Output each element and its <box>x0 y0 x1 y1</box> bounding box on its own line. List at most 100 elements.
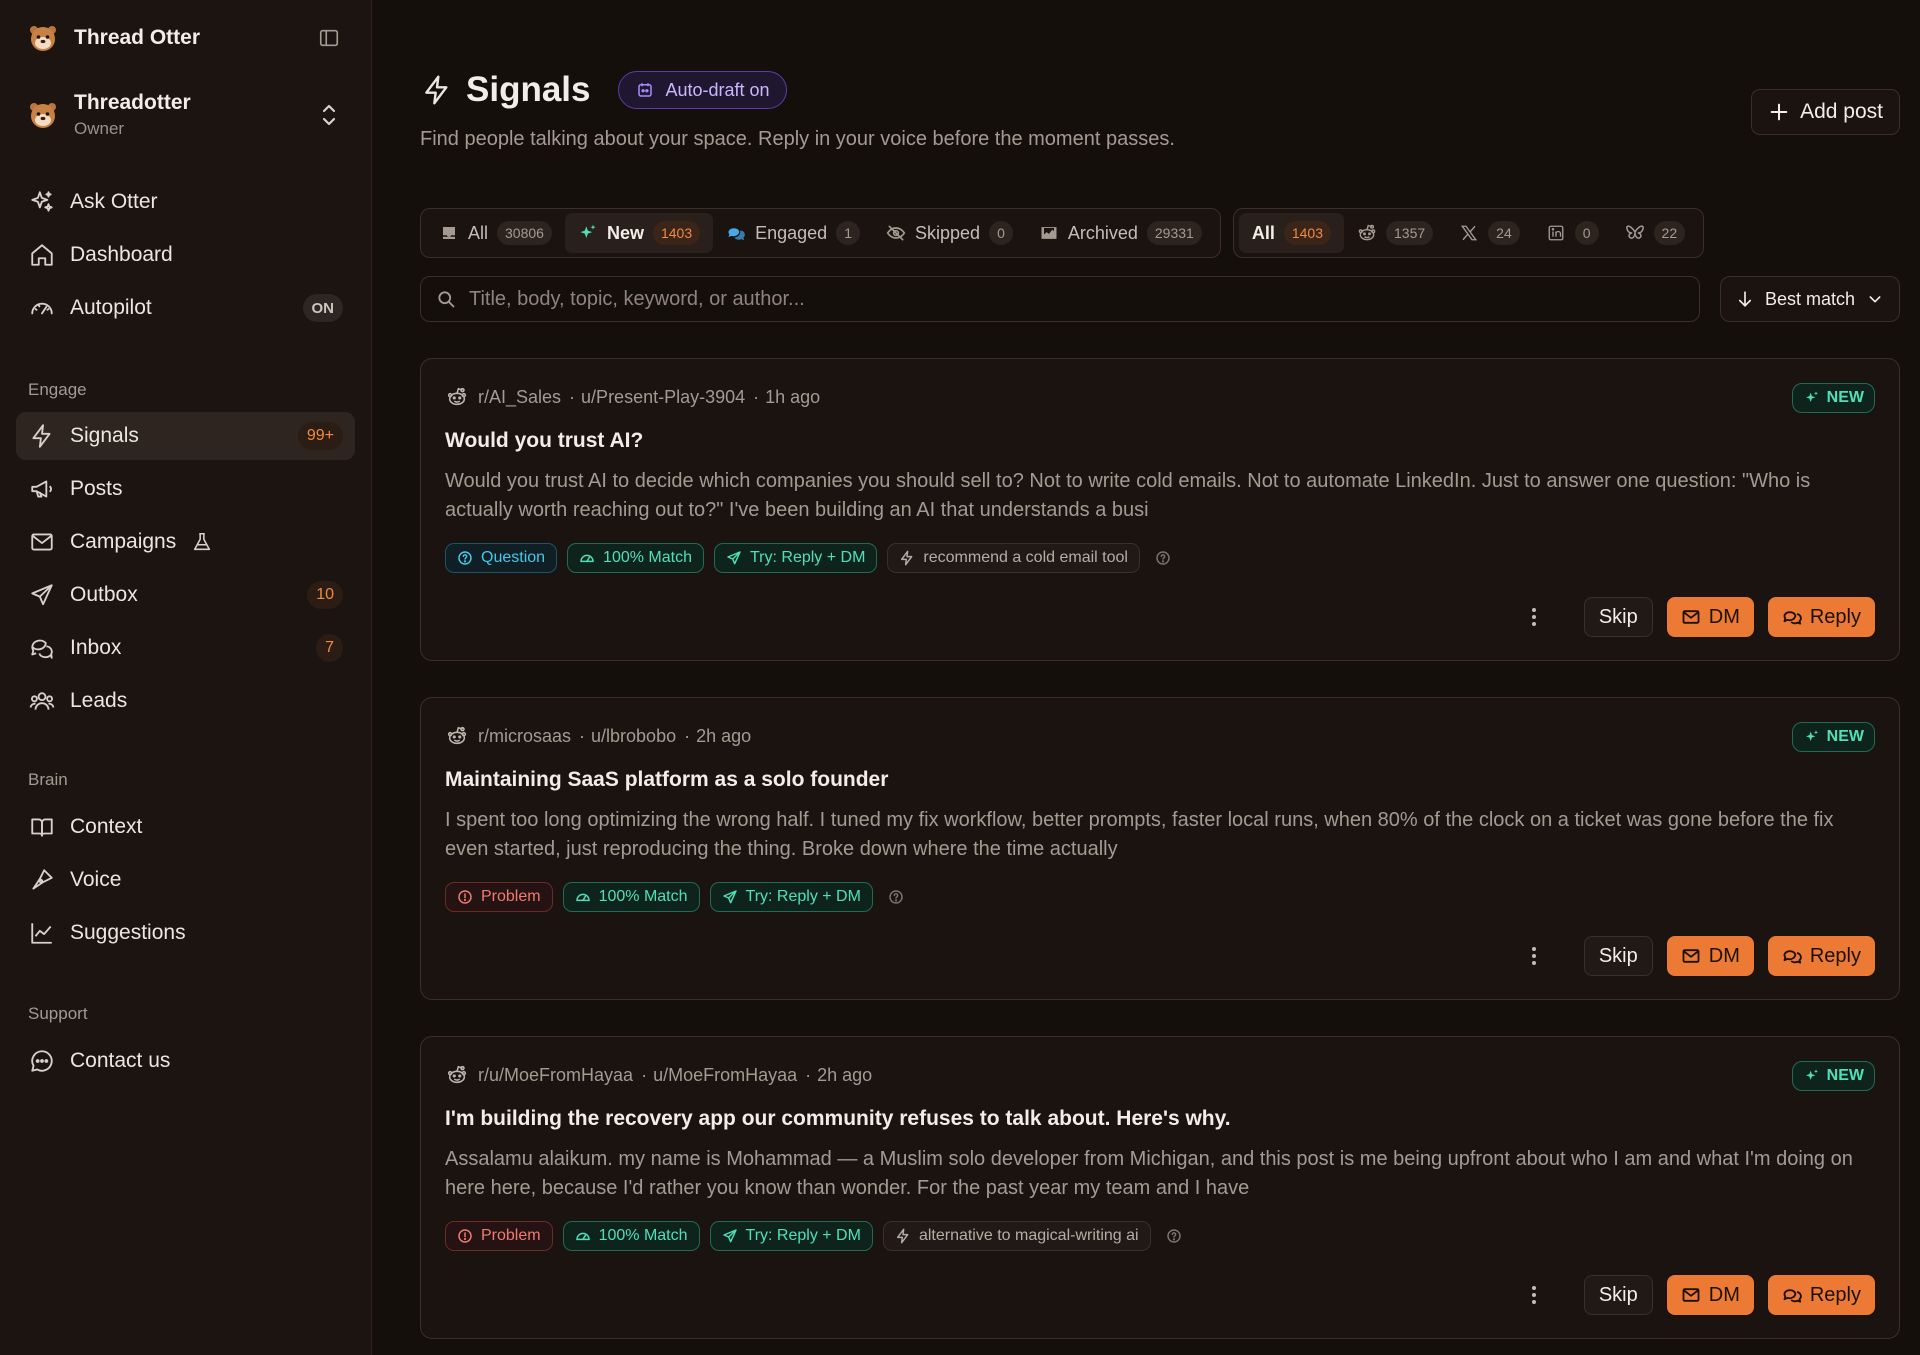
platform-count: 1357 <box>1386 221 1434 245</box>
tag-match: 100% Match <box>567 543 704 573</box>
reply-button[interactable]: Reply <box>1767 597 1875 637</box>
sidebar-item-voice[interactable]: Voice <box>16 856 355 904</box>
status-filter-all[interactable]: All 30806 <box>426 213 565 253</box>
more-options-icon[interactable] <box>1520 598 1548 636</box>
eye-off-icon <box>886 223 906 243</box>
dm-button[interactable]: DM <box>1666 936 1754 976</box>
nav-top: Ask Otter Dashboard Autopilot ON <box>16 178 355 337</box>
book-icon <box>28 813 56 841</box>
sidebar-toggle-icon[interactable] <box>315 24 343 52</box>
status-filter-engaged[interactable]: Engaged 1 <box>713 213 873 253</box>
brand: Thread Otter <box>28 22 343 54</box>
sidebar-item-campaigns[interactable]: Campaigns <box>16 518 355 566</box>
reddit-icon <box>1357 223 1377 243</box>
platform-count: 1403 <box>1283 221 1331 245</box>
sidebar-item-signals[interactable]: Signals 99+ <box>16 412 355 460</box>
post-time: 2h ago <box>696 725 752 746</box>
subreddit-link[interactable]: r/u/MoeFromHayaa <box>478 1065 633 1086</box>
help-icon[interactable] <box>887 888 905 906</box>
x-logo-icon <box>1459 223 1479 243</box>
new-badge: NEW <box>1791 1061 1875 1091</box>
platform-filter-all[interactable]: All 1403 <box>1238 213 1344 253</box>
subreddit-link[interactable]: r/AI_Sales <box>478 387 561 408</box>
author-link[interactable]: u/lbrobobo <box>591 726 676 747</box>
butterfly-icon <box>1625 223 1645 243</box>
subreddit-link[interactable]: r/microsaas <box>478 726 571 747</box>
sidebar-item-label: Ask Otter <box>70 190 158 213</box>
help-icon[interactable] <box>1154 549 1172 567</box>
platform-filter-bluesky[interactable]: 22 <box>1612 213 1699 253</box>
status-count: 1 <box>836 221 860 245</box>
post-tags: Problem 100% Match Try: Reply + DM alternat… <box>445 1221 1183 1251</box>
beaker-icon <box>188 528 216 556</box>
post-tags: Problem 100% Match Try: Reply + DM <box>445 882 905 912</box>
gauge-icon <box>579 550 595 566</box>
sidebar-item-autopilot[interactable]: Autopilot ON <box>16 284 355 332</box>
autopilot-status-badge: ON <box>302 294 343 322</box>
sidebar-item-outbox[interactable]: Outbox 10 <box>16 571 355 619</box>
main-content: Signals Auto-draft on Find people talkin… <box>372 0 1920 1355</box>
message-dots-icon <box>28 1047 56 1075</box>
author-link[interactable]: u/MoeFromHayaa <box>653 1065 797 1086</box>
more-options-icon[interactable] <box>1520 1276 1548 1314</box>
tag-try: Try: Reply + DM <box>713 543 878 573</box>
sort-dropdown[interactable]: Best match <box>1720 276 1900 322</box>
dm-button[interactable]: DM <box>1666 1275 1754 1315</box>
sparkle-icon <box>1803 389 1821 407</box>
author-link[interactable]: u/Present-Play-3904 <box>581 387 745 408</box>
skip-button[interactable]: Skip <box>1583 936 1653 976</box>
post-time: 2h ago <box>817 1064 873 1085</box>
sidebar-item-context[interactable]: Context <box>16 803 355 851</box>
app-name: Thread Otter <box>74 26 201 49</box>
platform-filter-reddit[interactable]: 1357 <box>1344 213 1446 253</box>
status-filter-skipped[interactable]: Skipped 0 <box>873 213 1026 253</box>
platform-filter-group: All 1403 1357 24 0 22 <box>1232 208 1705 258</box>
question-circle-icon <box>457 550 473 566</box>
skip-button[interactable]: Skip <box>1583 597 1653 637</box>
sidebar-item-ask-otter[interactable]: Ask Otter <box>16 178 355 226</box>
dm-button[interactable]: DM <box>1666 597 1754 637</box>
sidebar-item-suggestions[interactable]: Suggestions <box>16 909 355 957</box>
new-badge: NEW <box>1791 722 1875 752</box>
reddit-icon <box>445 1063 469 1087</box>
account-switcher[interactable]: Threadotter Owner <box>28 86 343 144</box>
account-name: Threadotter <box>74 91 191 114</box>
alert-circle-icon <box>457 1228 473 1244</box>
add-post-button[interactable]: Add post <box>1751 89 1900 135</box>
post-title[interactable]: Would you trust AI? <box>445 429 1875 453</box>
search-input[interactable] <box>469 287 1685 311</box>
platform-filter-x[interactable]: 24 <box>1446 213 1533 253</box>
inbox-tray-icon <box>439 223 459 243</box>
auto-draft-label: Auto-draft on <box>665 79 770 100</box>
sidebar-item-contact-us[interactable]: Contact us <box>16 1037 355 1085</box>
chevron-up-down-icon[interactable] <box>315 95 343 135</box>
sidebar-item-dashboard[interactable]: Dashboard <box>16 231 355 279</box>
sidebar: Thread Otter Threadotter Owner Ask Otter <box>0 0 372 1355</box>
sidebar-item-posts[interactable]: Posts <box>16 465 355 513</box>
sidebar-item-inbox[interactable]: Inbox 7 <box>16 624 355 672</box>
nav-brain: Context Voice Suggestions <box>16 803 355 962</box>
tag-match: 100% Match <box>562 1221 700 1251</box>
post-title[interactable]: I'm building the recovery app our commun… <box>445 1107 1875 1131</box>
sidebar-item-leads[interactable]: Leads <box>16 677 355 725</box>
alert-circle-icon <box>457 889 473 905</box>
bolt-icon <box>899 550 915 566</box>
post-body: Would you trust AI to decide which compa… <box>445 470 1811 521</box>
sort-label: Best match <box>1765 288 1856 309</box>
signals-count-badge: 99+ <box>297 422 343 450</box>
sidebar-item-label: Outbox <box>70 583 138 606</box>
status-filter-new[interactable]: New 1403 <box>564 213 714 253</box>
gauge-icon <box>575 1228 591 1244</box>
help-icon[interactable] <box>1165 1227 1183 1245</box>
skip-button[interactable]: Skip <box>1583 1275 1653 1315</box>
post-title[interactable]: Maintaining SaaS platform as a solo foun… <box>445 768 1875 792</box>
auto-draft-badge[interactable]: Auto-draft on <box>618 71 787 109</box>
status-filter-archived[interactable]: Archived 29331 <box>1026 213 1215 253</box>
platform-filter-linkedin[interactable]: 0 <box>1533 213 1612 253</box>
tag-problem: Problem <box>445 1221 553 1251</box>
reply-button[interactable]: Reply <box>1767 1275 1875 1315</box>
more-options-icon[interactable] <box>1520 937 1548 975</box>
reddit-icon <box>445 724 469 748</box>
sidebar-item-label: Posts <box>70 477 123 500</box>
reply-button[interactable]: Reply <box>1767 936 1875 976</box>
